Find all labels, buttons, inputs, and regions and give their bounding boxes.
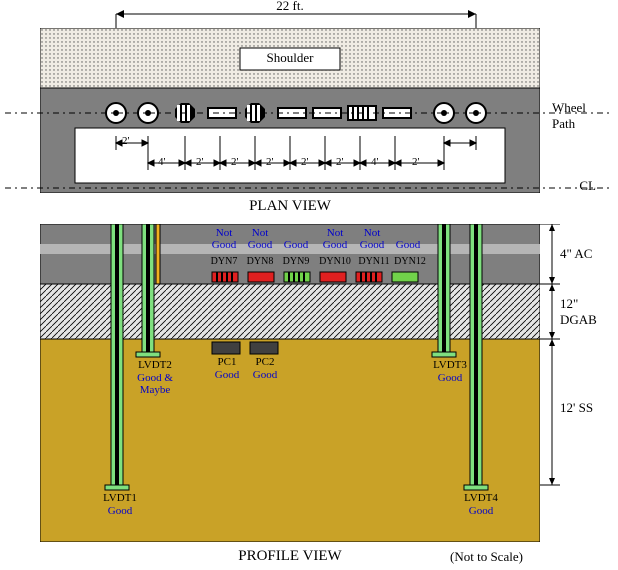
profile-view: Not Good DYN7 Not Good DYN8 Good DYN9 No… — [40, 224, 540, 542]
lvdt1-name: LVDT1 — [95, 492, 145, 504]
dgab-dim: 12" DGAB — [560, 296, 610, 328]
ac-dim: 4" AC — [560, 246, 592, 262]
lvdt4-status: Good — [456, 505, 506, 517]
pc2-name: PC2 — [250, 356, 280, 368]
plan-guides — [0, 28, 618, 193]
lvdt2-status: Good & Maybe — [126, 372, 184, 396]
dyn9-status: Good — [278, 239, 314, 251]
dyn11-status: Not Good — [354, 227, 390, 251]
dyn8-name: DYN8 — [242, 256, 278, 267]
dyn7-status: Not Good — [206, 227, 242, 251]
dyn12-name: DYN12 — [390, 256, 430, 267]
scale-note: (Not to Scale) — [450, 549, 523, 565]
dyn12-status: Good — [390, 239, 426, 251]
pc1-status: Good — [212, 369, 242, 381]
lvdt1-status: Good — [95, 505, 145, 517]
dyn9-name: DYN9 — [278, 256, 314, 267]
lvdt3-status: Good — [425, 372, 475, 384]
pc2-status: Good — [250, 369, 280, 381]
ss-dim: 12' SS — [560, 400, 593, 416]
overall-span-label: 22 ft. — [40, 0, 540, 14]
dyn11-name: DYN11 — [354, 256, 394, 267]
cl-label: CL — [579, 178, 596, 194]
lvdt2-name: LVDT2 — [130, 359, 180, 371]
wheel-path-label: Wheel Path — [552, 100, 612, 132]
lvdt3-name: LVDT3 — [425, 359, 475, 371]
dyn7-name: DYN7 — [206, 256, 242, 267]
lvdt4-name: LVDT4 — [456, 492, 506, 504]
pc1-name: PC1 — [212, 356, 242, 368]
overall-dimension: 22 ft. — [40, 0, 540, 28]
dyn10-name: DYN10 — [314, 256, 356, 267]
dyn10-status: Not Good — [314, 227, 356, 251]
plan-caption: PLAN VIEW — [40, 198, 540, 215]
profile-dims — [540, 224, 612, 542]
dyn8-status: Not Good — [242, 227, 278, 251]
